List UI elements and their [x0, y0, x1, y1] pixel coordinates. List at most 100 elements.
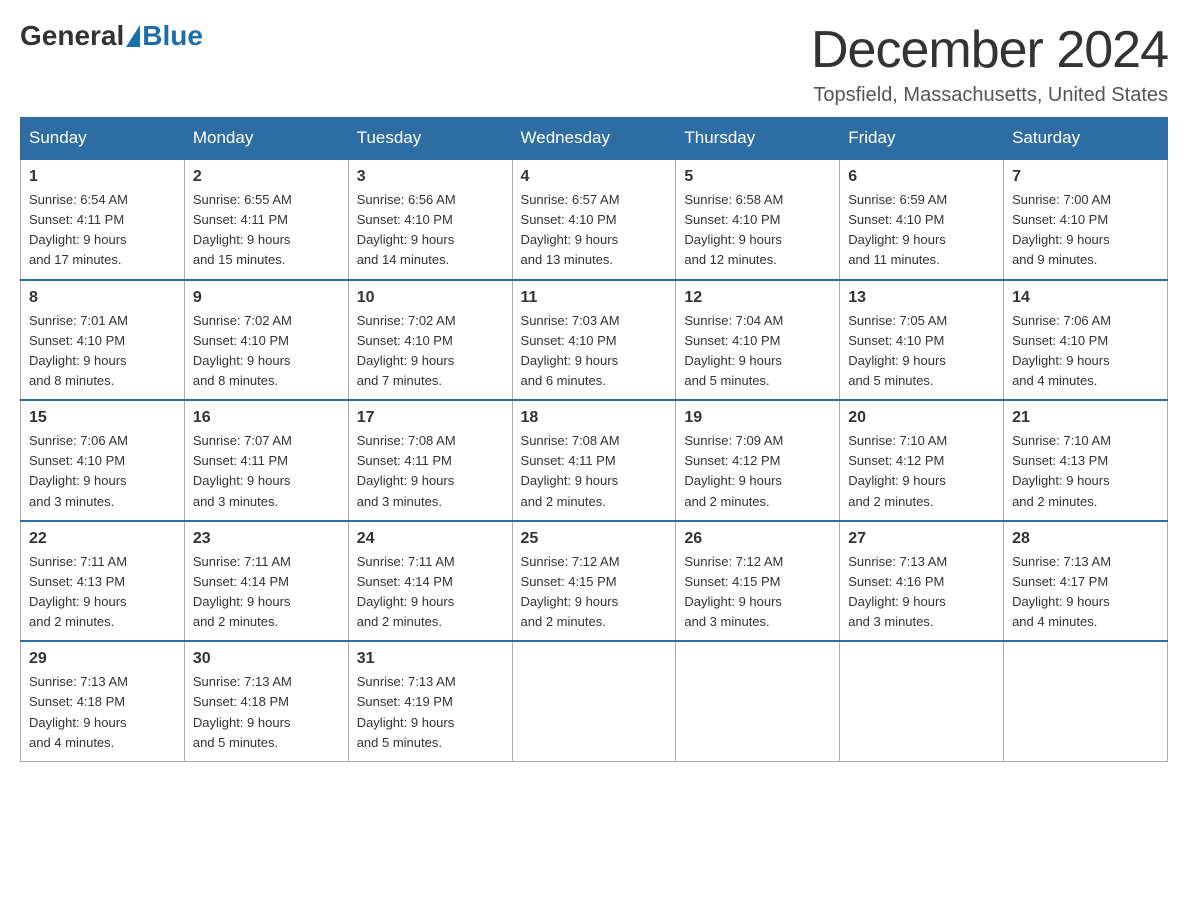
day-cell-11: 11Sunrise: 7:03 AMSunset: 4:10 PMDayligh… — [512, 280, 676, 401]
day-info: Sunrise: 6:59 AMSunset: 4:10 PMDaylight:… — [848, 190, 995, 271]
weekday-header-thursday: Thursday — [676, 118, 840, 160]
logo-blue-text: Blue — [142, 20, 203, 52]
day-cell-27: 27Sunrise: 7:13 AMSunset: 4:16 PMDayligh… — [840, 521, 1004, 642]
day-number: 2 — [193, 168, 340, 186]
weekday-header-monday: Monday — [184, 118, 348, 160]
daylight-line2: and 7 minutes. — [357, 373, 442, 388]
daylight-line2: and 5 minutes. — [193, 735, 278, 750]
day-number: 6 — [848, 168, 995, 186]
sunset-line: Sunset: 4:11 PM — [29, 212, 124, 227]
day-cell-14: 14Sunrise: 7:06 AMSunset: 4:10 PMDayligh… — [1004, 280, 1168, 401]
logo: General Blue — [20, 20, 203, 52]
sunrise-line: Sunrise: 7:04 AM — [684, 313, 783, 328]
sunrise-line: Sunrise: 7:11 AM — [29, 554, 127, 569]
daylight-line2: and 2 minutes. — [521, 614, 606, 629]
day-number: 19 — [684, 409, 831, 427]
page-header: General Blue December 2024 Topsfield, Ma… — [20, 20, 1168, 107]
sunrise-line: Sunrise: 6:57 AM — [521, 192, 620, 207]
day-info: Sunrise: 7:08 AMSunset: 4:11 PMDaylight:… — [521, 431, 668, 512]
daylight-line1: Daylight: 9 hours — [684, 594, 782, 609]
sunrise-line: Sunrise: 7:13 AM — [848, 554, 947, 569]
daylight-line1: Daylight: 9 hours — [848, 232, 946, 247]
calendar-table: SundayMondayTuesdayWednesdayThursdayFrid… — [20, 117, 1168, 762]
daylight-line1: Daylight: 9 hours — [848, 473, 946, 488]
day-number: 1 — [29, 168, 176, 186]
sunrise-line: Sunrise: 7:12 AM — [684, 554, 783, 569]
day-number: 7 — [1012, 168, 1159, 186]
sunset-line: Sunset: 4:18 PM — [193, 694, 289, 709]
daylight-line2: and 2 minutes. — [521, 494, 606, 509]
location-title: Topsfield, Massachusetts, United States — [811, 84, 1168, 107]
sunset-line: Sunset: 4:13 PM — [29, 574, 125, 589]
day-cell-5: 5Sunrise: 6:58 AMSunset: 4:10 PMDaylight… — [676, 159, 840, 280]
daylight-line2: and 8 minutes. — [193, 373, 278, 388]
sunset-line: Sunset: 4:15 PM — [521, 574, 617, 589]
empty-cell — [840, 641, 1004, 761]
day-cell-1: 1Sunrise: 6:54 AMSunset: 4:11 PMDaylight… — [21, 159, 185, 280]
sunset-line: Sunset: 4:13 PM — [1012, 453, 1108, 468]
day-info: Sunrise: 7:03 AMSunset: 4:10 PMDaylight:… — [521, 311, 668, 392]
daylight-line2: and 4 minutes. — [1012, 614, 1097, 629]
day-info: Sunrise: 7:13 AMSunset: 4:19 PMDaylight:… — [357, 672, 504, 753]
day-cell-13: 13Sunrise: 7:05 AMSunset: 4:10 PMDayligh… — [840, 280, 1004, 401]
day-info: Sunrise: 7:08 AMSunset: 4:11 PMDaylight:… — [357, 431, 504, 512]
day-cell-6: 6 Sunrise: 6:59 AMSunset: 4:10 PMDaylight… — [840, 159, 1004, 280]
daylight-line1: Daylight: 9 hours — [1012, 473, 1110, 488]
day-number: 14 — [1012, 289, 1159, 307]
logo-general-text: General — [20, 20, 124, 52]
day-info: Sunrise: 6:54 AMSunset: 4:11 PMDaylight:… — [29, 190, 176, 271]
daylight-line1: Daylight: 9 hours — [29, 473, 127, 488]
sunset-line: Sunset: 4:10 PM — [1012, 212, 1108, 227]
day-cell-2: 2Sunrise: 6:55 AMSunset: 4:11 PMDaylight… — [184, 159, 348, 280]
day-number: 15 — [29, 409, 176, 427]
day-info: Sunrise: 7:07 AMSunset: 4:11 PMDaylight:… — [193, 431, 340, 512]
sunrise-line: Sunrise: 6:54 AM — [29, 192, 128, 207]
day-number: 17 — [357, 409, 504, 427]
day-info: Sunrise: 7:11 AMSunset: 4:14 PMDaylight:… — [357, 552, 504, 633]
day-info: Sunrise: 7:11 AMSunset: 4:14 PMDaylight:… — [193, 552, 340, 633]
daylight-line1: Daylight: 9 hours — [357, 594, 455, 609]
sunset-line: Sunset: 4:10 PM — [357, 333, 453, 348]
sunset-line: Sunset: 4:10 PM — [1012, 333, 1108, 348]
day-info: Sunrise: 7:06 AMSunset: 4:10 PMDaylight:… — [1012, 311, 1159, 392]
day-info: Sunrise: 7:09 AMSunset: 4:12 PMDaylight:… — [684, 431, 831, 512]
daylight-line1: Daylight: 9 hours — [848, 594, 946, 609]
sunrise-line: Sunrise: 6:55 AM — [193, 192, 292, 207]
sunset-line: Sunset: 4:10 PM — [193, 333, 289, 348]
daylight-line2: and 3 minutes. — [848, 614, 933, 629]
weekday-header-tuesday: Tuesday — [348, 118, 512, 160]
daylight-line2: and 9 minutes. — [1012, 252, 1097, 267]
sunset-line: Sunset: 4:14 PM — [193, 574, 289, 589]
day-number: 18 — [521, 409, 668, 427]
day-number: 27 — [848, 530, 995, 548]
sunrise-line: Sunrise: 7:06 AM — [1012, 313, 1111, 328]
daylight-line2: and 5 minutes. — [684, 373, 769, 388]
sunset-line: Sunset: 4:10 PM — [684, 333, 780, 348]
daylight-line2: and 2 minutes. — [357, 614, 442, 629]
day-cell-15: 15Sunrise: 7:06 AMSunset: 4:10 PMDayligh… — [21, 400, 185, 521]
daylight-line1: Daylight: 9 hours — [29, 353, 127, 368]
day-number: 5 — [684, 168, 831, 186]
weekday-header-saturday: Saturday — [1004, 118, 1168, 160]
day-info: Sunrise: 7:13 AMSunset: 4:17 PMDaylight:… — [1012, 552, 1159, 633]
sunset-line: Sunset: 4:17 PM — [1012, 574, 1108, 589]
daylight-line1: Daylight: 9 hours — [848, 353, 946, 368]
day-number: 21 — [1012, 409, 1159, 427]
daylight-line1: Daylight: 9 hours — [193, 473, 291, 488]
day-number: 13 — [848, 289, 995, 307]
sunrise-line: Sunrise: 6:56 AM — [357, 192, 456, 207]
sunset-line: Sunset: 4:10 PM — [521, 212, 617, 227]
sunset-line: Sunset: 4:10 PM — [29, 333, 125, 348]
sunset-line: Sunset: 4:10 PM — [29, 453, 125, 468]
day-info: Sunrise: 7:10 AMSunset: 4:12 PMDaylight:… — [848, 431, 995, 512]
sunset-line: Sunset: 4:18 PM — [29, 694, 125, 709]
day-info: Sunrise: 7:13 AMSunset: 4:18 PMDaylight:… — [193, 672, 340, 753]
daylight-line2: and 3 minutes. — [357, 494, 442, 509]
day-number: 16 — [193, 409, 340, 427]
sunrise-line: Sunrise: 7:08 AM — [357, 433, 456, 448]
sunset-line: Sunset: 4:11 PM — [193, 212, 288, 227]
sunrise-line: Sunrise: 7:01 AM — [29, 313, 128, 328]
month-title: December 2024 — [811, 20, 1168, 80]
daylight-line2: and 2 minutes. — [193, 614, 278, 629]
day-number: 30 — [193, 650, 340, 668]
